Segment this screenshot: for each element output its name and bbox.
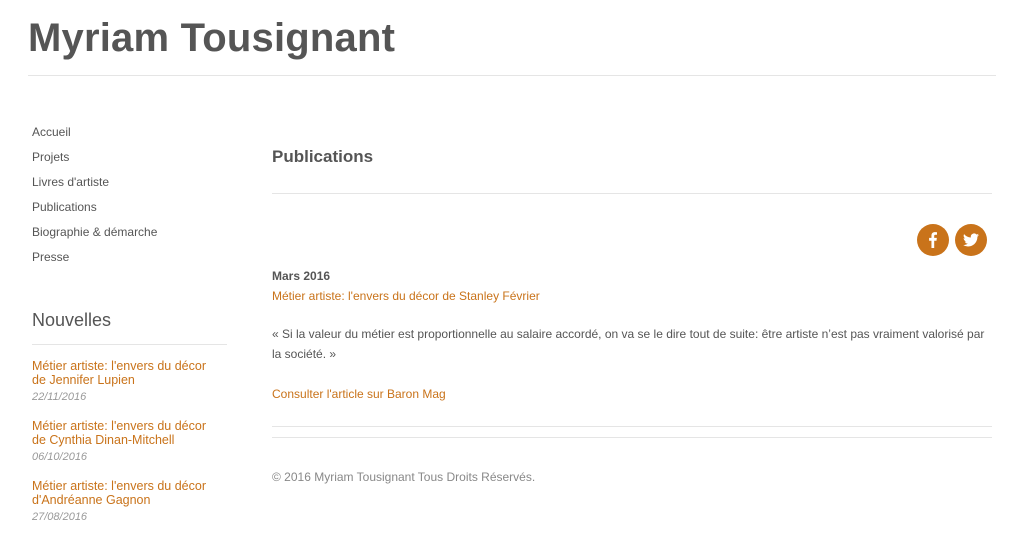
news-item: Métier artiste: l'envers du décor de Cyn… — [32, 419, 227, 479]
nav-item-presse[interactable]: Presse — [32, 249, 232, 274]
news-item: Métier artiste: l'envers du décor d'Andr… — [32, 479, 227, 539]
facebook-icon — [929, 232, 937, 248]
facebook-share-button[interactable] — [917, 224, 949, 256]
copyright-text: © 2016 Myriam Tousignant Tous Droits Rés… — [272, 470, 536, 484]
twitter-icon — [963, 233, 979, 247]
news-date: 06/10/2016 — [32, 451, 88, 463]
news-link[interactable]: Métier artiste: l'envers du décor de Cyn… — [32, 419, 222, 447]
news-title: Nouvelles — [32, 308, 227, 345]
news-link[interactable]: Métier artiste: l'envers du décor de Jen… — [32, 359, 222, 387]
nav-item-publications[interactable]: Publications — [32, 199, 232, 224]
main-content: Publications Mars 2016 Métier artiste: l… — [272, 140, 992, 484]
nav-item-biographie[interactable]: Biographie & démarche — [32, 224, 232, 249]
news-item: Métier artiste: l'envers du décor de Jen… — [32, 359, 227, 419]
nav-item-livres-artiste[interactable]: Livres d'artiste — [32, 174, 232, 199]
read-article-link[interactable]: Consulter l'article sur Baron Mag — [272, 386, 992, 402]
site-header: Myriam Tousignant — [28, 0, 996, 76]
news-widget: Nouvelles Métier artiste: l'envers du dé… — [32, 308, 227, 539]
main-nav: Accueil Projets Livres d'artiste Publica… — [32, 124, 232, 274]
nav-item-projets[interactable]: Projets — [32, 149, 232, 174]
divider — [272, 426, 992, 427]
site-title[interactable]: Myriam Tousignant — [28, 16, 395, 61]
page-title: Publications — [272, 140, 992, 194]
news-list: Métier artiste: l'envers du décor de Jen… — [32, 359, 227, 539]
nav-item-accueil[interactable]: Accueil — [32, 124, 232, 149]
publication-quote: « Si la valeur du métier est proportionn… — [272, 327, 985, 361]
publication-date: Mars 2016 — [272, 269, 331, 283]
publication-entry: Mars 2016 Métier artiste: l'envers du dé… — [272, 268, 992, 402]
share-buttons — [911, 224, 987, 256]
divider — [272, 437, 992, 438]
twitter-share-button[interactable] — [955, 224, 987, 256]
news-date: 27/08/2016 — [32, 511, 88, 523]
news-link[interactable]: Métier artiste: l'envers du décor d'Andr… — [32, 479, 222, 507]
news-date: 22/11/2016 — [32, 391, 87, 403]
publication-title-link[interactable]: Métier artiste: l'envers du décor de Sta… — [272, 288, 992, 304]
